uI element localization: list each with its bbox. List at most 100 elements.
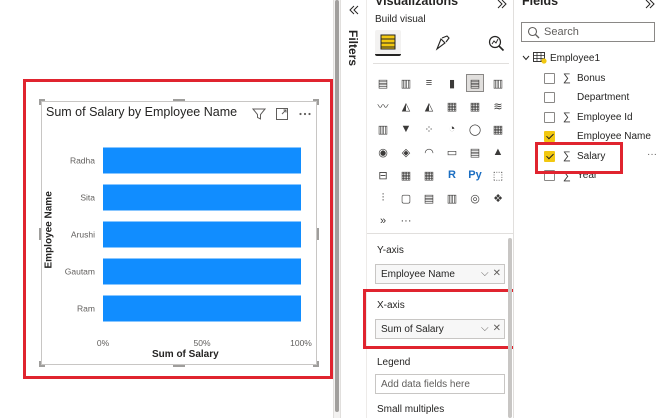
resize-handle[interactable]: [39, 228, 41, 240]
field-label: Department: [577, 92, 630, 103]
table-visual-icon[interactable]: ▦: [397, 166, 415, 184]
resize-handle[interactable]: [39, 361, 41, 367]
power-apps-icon[interactable]: ❖: [489, 189, 507, 207]
donut-chart-icon[interactable]: ◯: [466, 120, 484, 138]
collapse-right-icon[interactable]: [644, 0, 656, 10]
y-tick-label: Gautam: [65, 267, 95, 277]
y-axis-field-value: Employee Name: [381, 268, 455, 280]
field-checkbox[interactable]: [544, 92, 555, 103]
fields-pane: Fields Search Employee1 ∑ Bonus Department…: [513, 0, 660, 418]
qa-visual-icon[interactable]: ▢: [397, 189, 415, 207]
search-icon: [527, 26, 540, 39]
close-icon[interactable]: ✕: [493, 323, 501, 334]
pane-scrollbar[interactable]: [508, 238, 512, 418]
bar-sita[interactable]: [103, 184, 301, 211]
resize-handle[interactable]: [39, 99, 41, 105]
tab-build-visual[interactable]: [375, 30, 401, 56]
legend-well-label: Legend: [377, 357, 411, 368]
y-tick-label: Arushi: [71, 230, 95, 240]
stacked-area-chart-icon[interactable]: ◭: [420, 97, 438, 115]
map-icon[interactable]: ◉: [374, 143, 392, 161]
bar-chart-visual[interactable]: Sum of Salary by Employee Name Radha Sita…: [39, 99, 319, 367]
build-visual-label: Build visual: [375, 14, 426, 25]
filters-collapsed-pane[interactable]: Filters: [341, 0, 367, 418]
multi-row-card-icon[interactable]: ▤: [466, 143, 484, 161]
build-visual-icon: [380, 34, 396, 50]
gauge-icon[interactable]: ◠: [420, 143, 438, 161]
stacked-bar-chart-icon[interactable]: ▤: [374, 74, 392, 92]
chart-plot-area: Radha Sita Arushi Gautam Ram 0% 50% 100%: [65, 147, 312, 348]
card-icon[interactable]: ▭: [443, 143, 461, 161]
area-chart-icon[interactable]: ◭: [397, 97, 415, 115]
stacked-column-chart-icon[interactable]: ▥: [397, 74, 415, 92]
matrix-icon[interactable]: ▦: [420, 166, 438, 184]
field-label: Employee Id: [577, 111, 633, 123]
slicer-icon[interactable]: ⊟: [374, 166, 392, 184]
search-input[interactable]: Search: [521, 22, 655, 42]
visualizations-pane: Filters Visualizations Build visual ▤ ▥ …: [340, 0, 523, 418]
treemap-icon[interactable]: ▦: [489, 120, 507, 138]
python-visual-icon[interactable]: Py: [466, 166, 484, 184]
x-tick-label: 100%: [290, 338, 312, 348]
power-automate-icon[interactable]: »: [374, 212, 392, 230]
tab-format-visual[interactable]: [429, 30, 455, 56]
table-name: Employee1: [550, 52, 601, 64]
x-axis-well-label: X-axis: [377, 300, 405, 311]
key-influencers-icon[interactable]: ⬚: [489, 166, 507, 184]
decomposition-tree-icon[interactable]: ⫶: [374, 189, 392, 207]
bar-radha[interactable]: [103, 147, 301, 174]
collapse-right-icon[interactable]: [496, 0, 508, 10]
100pct-stacked-column-chart-icon[interactable]: ▥: [489, 74, 507, 92]
bar-arushi[interactable]: [103, 221, 301, 248]
azure-map-icon[interactable]: ◎: [466, 189, 484, 207]
paginated-report-icon[interactable]: ▥: [443, 189, 461, 207]
r-visual-icon[interactable]: R: [443, 166, 461, 184]
fields-title: Fields: [522, 0, 559, 8]
more-visuals-icon[interactable]: ···: [397, 212, 415, 230]
clustered-column-chart-icon[interactable]: ▮: [443, 74, 461, 92]
clustered-bar-chart-icon[interactable]: ≡: [420, 74, 438, 92]
bar-ram[interactable]: [103, 295, 301, 322]
x-axis-field-well[interactable]: Sum of Salary ⌵ ✕: [375, 319, 505, 339]
ribbon-chart-icon[interactable]: ≋: [489, 97, 507, 115]
chevron-down-icon[interactable]: [522, 54, 530, 62]
x-axis-title: Sum of Salary: [152, 349, 219, 360]
tab-analytics[interactable]: [483, 30, 509, 56]
resize-handle[interactable]: [173, 99, 185, 101]
chevron-down-icon[interactable]: ⌵: [481, 268, 489, 279]
filters-label[interactable]: Filters: [346, 30, 360, 66]
scatter-chart-icon[interactable]: ⁘: [420, 120, 438, 138]
y-axis-title: Employee Name: [43, 191, 55, 269]
field-label: Bonus: [577, 72, 606, 84]
field-item-department[interactable]: Department: [544, 90, 629, 106]
x-axis-field-value: Sum of Salary: [381, 323, 444, 335]
legend-field-well[interactable]: Add data fields here: [375, 374, 505, 394]
pie-chart-icon[interactable]: ◔: [443, 120, 461, 138]
line-chart-icon[interactable]: 〰: [374, 97, 392, 115]
search-placeholder: Search: [544, 26, 579, 38]
more-options-icon[interactable]: ···: [647, 149, 657, 160]
field-checkbox[interactable]: [544, 111, 555, 123]
format-brush-icon: [435, 35, 450, 51]
kpi-icon[interactable]: ▲: [489, 143, 507, 161]
field-checkbox[interactable]: [544, 72, 555, 84]
line-and-column-chart-icon[interactable]: ▦: [443, 97, 461, 115]
x-tick-label: 50%: [193, 338, 210, 348]
line-and-clustered-column-icon[interactable]: ▦: [466, 97, 484, 115]
y-tick-label: Ram: [77, 304, 95, 314]
filled-map-icon[interactable]: ◈: [397, 143, 415, 161]
field-checkbox[interactable]: [544, 131, 555, 142]
bar-gautam[interactable]: [103, 258, 301, 285]
table-node-employee1[interactable]: Employee1: [522, 52, 600, 64]
field-item-employee-id[interactable]: ∑ Employee Id: [544, 109, 633, 125]
funnel-chart-icon[interactable]: ▼: [397, 120, 415, 138]
field-item-bonus[interactable]: ∑ Bonus: [544, 70, 605, 86]
chevron-down-icon[interactable]: ⌵: [481, 323, 489, 334]
100pct-stacked-bar-chart-icon[interactable]: ▤: [466, 74, 484, 92]
smart-narrative-icon[interactable]: ▤: [420, 189, 438, 207]
canvas-scrollbar[interactable]: [333, 0, 340, 418]
waterfall-chart-icon[interactable]: ▥: [374, 120, 392, 138]
collapse-left-icon[interactable]: [348, 4, 360, 16]
close-icon[interactable]: ✕: [493, 268, 501, 279]
y-axis-field-well[interactable]: Employee Name ⌵ ✕: [375, 264, 505, 284]
